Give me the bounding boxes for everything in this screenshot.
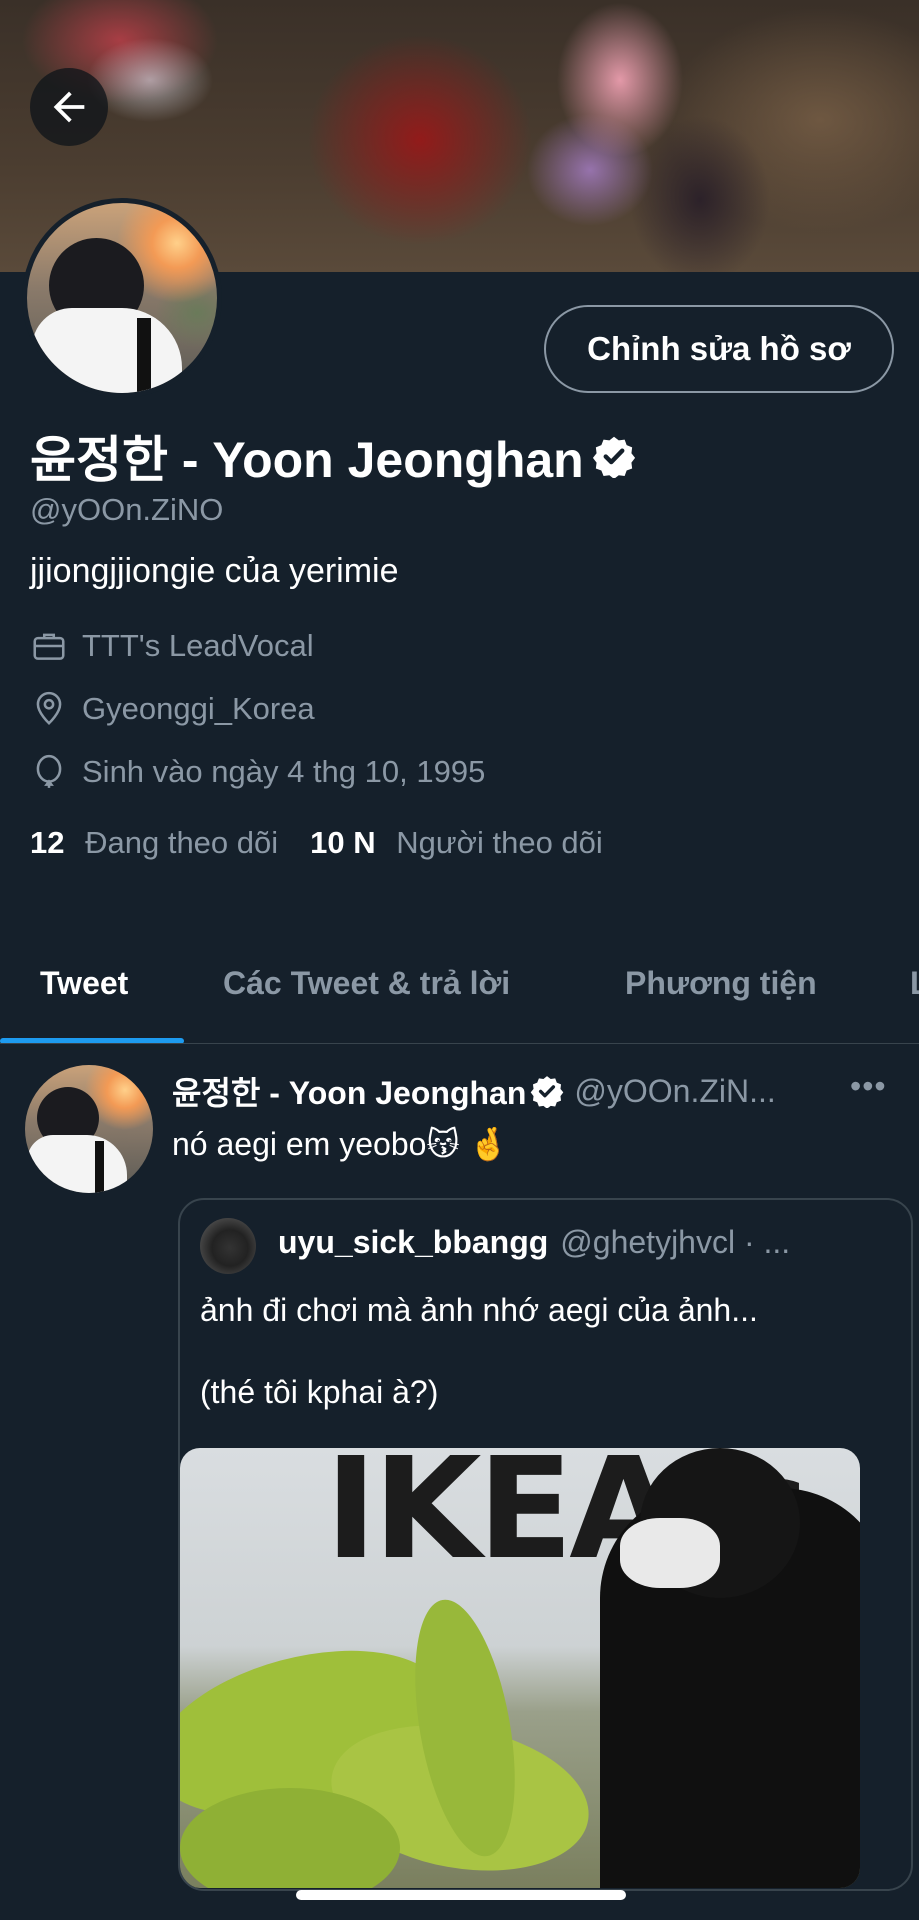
verified-badge-icon — [531, 1076, 564, 1108]
work-row: TTT's LeadVocal — [30, 627, 314, 665]
back-button[interactable] — [30, 68, 108, 146]
quoted-tweet-image[interactable]: IKEA.c — [180, 1448, 860, 1888]
followers-label: Người theo dõi — [396, 825, 603, 860]
tweet-author-avatar[interactable] — [25, 1065, 153, 1193]
profile-tabs: Tweet Các Tweet & trả lời Phương tiện L — [0, 935, 919, 1045]
tweet-author-handle: @yOOn.ZiN... — [574, 1072, 776, 1109]
back-arrow-icon — [53, 91, 85, 123]
home-indicator — [296, 1890, 626, 1900]
tab-tweets-replies[interactable]: Các Tweet & trả lời — [223, 965, 510, 1002]
edit-profile-button[interactable]: Chỉnh sửa hồ sơ — [544, 305, 894, 393]
profile-name-row: 윤정한 - Yoon Jeonghan — [30, 420, 636, 492]
quoted-tweet-text: ảnh đi chơi mà ảnh nhớ aegi của ảnh... — [200, 1292, 758, 1328]
work-text: TTT's LeadVocal — [82, 628, 314, 663]
quoted-tweet-header: uyu_sick_bbangg @ghetyjhvcl · ... — [278, 1224, 790, 1261]
profile-bio: jjiongjjiongie của yerimie — [30, 552, 399, 590]
tweet-author-name[interactable]: 윤정한 - Yoon Jeonghan — [172, 1068, 526, 1114]
tabs-divider — [0, 1043, 919, 1044]
quoted-tweet-text-2: (thé tôi kphai à?) — [200, 1374, 439, 1410]
quoted-tweet[interactable]: uyu_sick_bbangg @ghetyjhvcl · ... ảnh đi… — [178, 1198, 913, 1891]
tweet-more-button[interactable]: ••• — [850, 1068, 887, 1105]
location-row: Gyeonggi_Korea — [30, 690, 315, 728]
tweet-header: 윤정한 - Yoon Jeonghan @yOOn.ZiN... — [172, 1068, 902, 1114]
tweet-text: nó aegi em yeobo😽 🤞 — [172, 1126, 509, 1162]
following-link[interactable]: 12 Đang theo dõi — [30, 825, 278, 861]
birthday-text: Sinh vào ngày 4 thg 10, 1995 — [82, 754, 486, 789]
balloon-icon — [36, 754, 62, 788]
following-count: 12 — [30, 825, 65, 860]
follow-stats: 12 Đang theo dõi 10 N Người theo dõi — [30, 825, 603, 861]
location-pin-icon — [36, 691, 62, 725]
birthday-row: Sinh vào ngày 4 thg 10, 1995 — [30, 753, 485, 791]
tab-media[interactable]: Phương tiện — [625, 965, 817, 1002]
profile-handle: @yOOn.ZiNO — [30, 492, 224, 527]
location-text: Gyeonggi_Korea — [82, 691, 315, 726]
profile-avatar[interactable] — [22, 198, 222, 398]
profile-name: 윤정한 - Yoon Jeonghan — [30, 432, 584, 488]
following-label: Đang theo dõi — [85, 825, 279, 860]
verified-badge-icon — [592, 436, 635, 478]
tab-tweets[interactable]: Tweet — [40, 965, 128, 1002]
followers-count: 10 N — [310, 825, 376, 860]
quoted-author-name: uyu_sick_bbangg — [278, 1224, 549, 1260]
followers-link[interactable]: 10 N Người theo dõi — [310, 825, 603, 861]
tab-overflow[interactable]: L — [910, 965, 919, 1002]
quoted-author-handle: @ghetyjhvcl · ... — [560, 1224, 791, 1260]
briefcase-icon — [33, 633, 65, 660]
quoted-author-avatar — [200, 1218, 256, 1274]
